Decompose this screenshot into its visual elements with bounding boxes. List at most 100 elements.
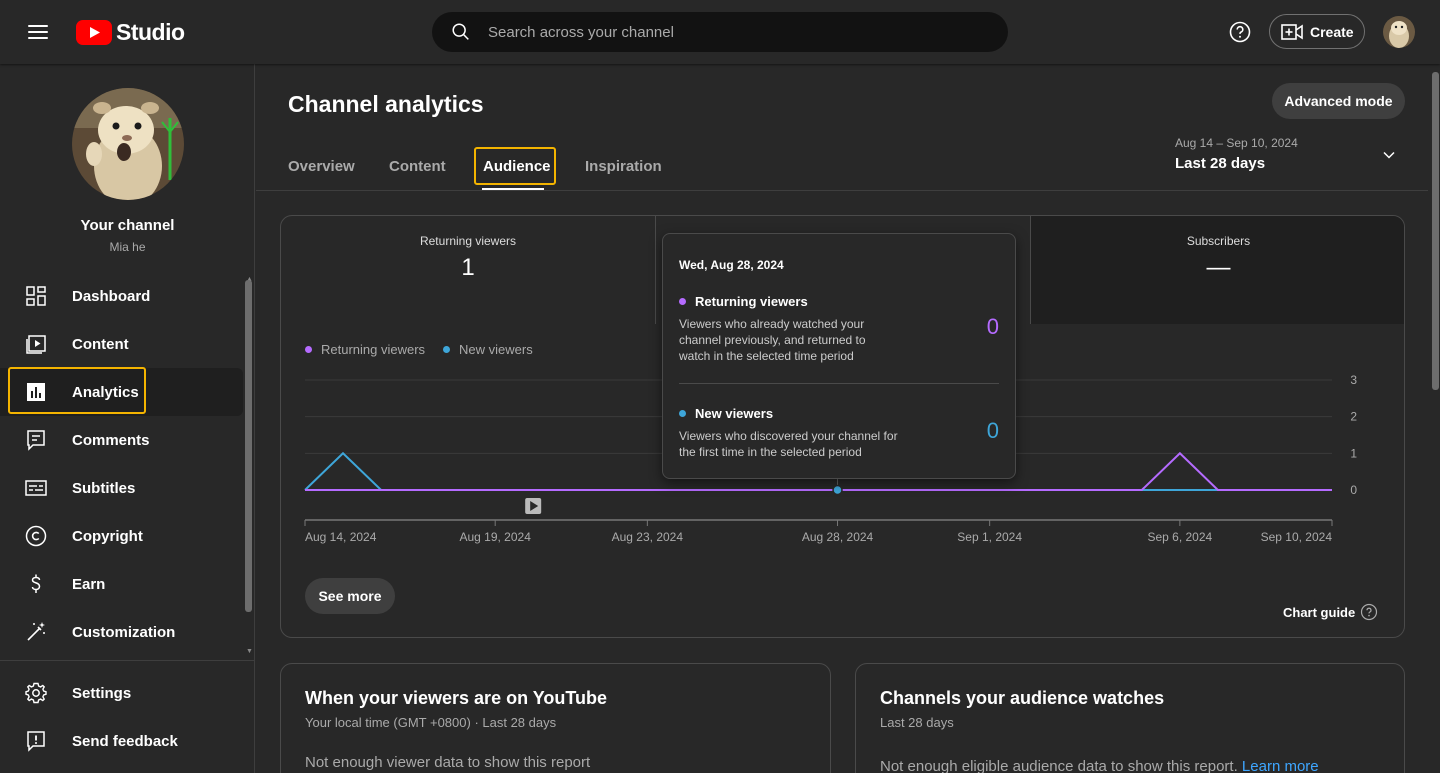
channel-title: Your channel: [80, 217, 175, 234]
legend-dot: [679, 298, 686, 305]
sidebar-item-label: Analytics: [72, 383, 139, 401]
sidebar-item-label: Comments: [72, 431, 150, 449]
learn-more-link[interactable]: Learn more: [1242, 758, 1319, 773]
divider: [679, 383, 999, 384]
advanced-mode-button[interactable]: Advanced mode: [1272, 83, 1405, 119]
tooltip-returning-value: 0: [986, 314, 999, 339]
channel-name: Mia he: [109, 240, 146, 254]
search-input[interactable]: [488, 23, 968, 41]
sidebar-nav: Dashboard Content Analytics Comments Sub…: [0, 272, 255, 656]
logo-text: Studio: [116, 19, 185, 45]
sidebar-item-earn[interactable]: Earn: [0, 560, 255, 608]
y-tick-label: 2: [1350, 410, 1357, 424]
chart-guide-link[interactable]: Chart guide: [1283, 603, 1378, 621]
y-tick-label: 1: [1350, 446, 1357, 460]
tab-overview[interactable]: Overview: [288, 158, 355, 175]
sidebar-item-label: Dashboard: [72, 287, 151, 305]
copyright-icon: [25, 525, 47, 547]
sidebar-item-label: Content: [72, 335, 129, 353]
sidebar-scrollbar[interactable]: [245, 280, 252, 612]
date-range-label: Last 28 days: [1175, 155, 1266, 172]
x-tick-label: Sep 1, 2024: [957, 530, 1022, 544]
sidebar-item-settings[interactable]: Settings: [0, 669, 255, 717]
sidebar-item-analytics[interactable]: Analytics: [0, 368, 243, 416]
chart-guide-label: Chart guide: [1283, 604, 1356, 620]
viewers-time-card: When your viewers are on YouTube Your lo…: [280, 663, 831, 773]
tab-audience[interactable]: Audience: [483, 158, 551, 175]
create-label: Create: [1310, 23, 1354, 40]
tooltip-new-label: New viewers: [679, 406, 773, 421]
channels-audience-card: Channels your audience watches Last 28 d…: [855, 663, 1405, 773]
audience-chart-card: Returning viewers 1 Subscribers — Return…: [280, 215, 1405, 638]
earn-icon: [31, 574, 41, 593]
top-bar: Studio Create: [0, 0, 1440, 64]
sidebar-item-content[interactable]: Content: [0, 320, 255, 368]
chevron-down-icon[interactable]: [1382, 148, 1396, 162]
legend-dot: [679, 410, 686, 417]
menu-icon[interactable]: [22, 20, 54, 44]
x-tick-label: Sep 6, 2024: [1147, 530, 1212, 544]
chart-tooltip: Wed, Aug 28, 2024 Returning viewers View…: [662, 233, 1016, 479]
divider: [256, 190, 1428, 191]
card-empty-message: Not enough eligible audience data to sho…: [880, 758, 1319, 773]
analytics-icon: [27, 383, 45, 401]
sidebar-scroll-down[interactable]: ▼: [246, 648, 253, 655]
account-avatar[interactable]: [1383, 16, 1415, 48]
dashboard-icon: [26, 286, 46, 306]
tab-inspiration[interactable]: Inspiration: [585, 158, 662, 175]
hover-point: [832, 484, 843, 496]
studio-logo[interactable]: Studio: [76, 18, 185, 46]
comments-icon: [27, 430, 45, 451]
create-video-icon: [1281, 23, 1303, 40]
x-tick-label: Aug 23, 2024: [612, 530, 684, 544]
date-range-picker[interactable]: Aug 14 – Sep 10, 2024 Last 28 days: [1175, 136, 1298, 172]
card-empty-text: Not enough eligible audience data to sho…: [880, 758, 1238, 773]
content-icon: [26, 335, 46, 354]
card-title: Channels your audience watches: [880, 688, 1165, 708]
card-empty-message: Not enough viewer data to show this repo…: [305, 754, 591, 771]
help-icon: [1361, 603, 1378, 621]
card-subtitle: Last 28 days: [880, 715, 954, 730]
y-tick-label: 3: [1350, 373, 1357, 387]
create-button[interactable]: Create: [1269, 14, 1365, 49]
sidebar-item-label: Subtitles: [72, 479, 136, 497]
search-bar[interactable]: [432, 12, 1008, 52]
main-content: Channel analytics Advanced mode Overview…: [256, 64, 1440, 773]
card-title: When your viewers are on YouTube: [305, 688, 608, 708]
gear-icon: [25, 682, 47, 704]
y-tick-label: 0: [1350, 483, 1357, 497]
tooltip-date: Wed, Aug 28, 2024: [679, 258, 784, 272]
sidebar-bottom-nav: Settings Send feedback: [0, 669, 255, 765]
customization-icon: [27, 622, 45, 641]
help-icon[interactable]: [1228, 20, 1252, 44]
see-more-button[interactable]: See more: [305, 578, 395, 614]
page-title: Channel analytics: [288, 91, 484, 117]
tooltip-new-desc: Viewers who discovered your channel for …: [679, 429, 898, 459]
sidebar-item-send-feedback[interactable]: Send feedback: [0, 717, 255, 765]
tooltip-new-value: 0: [986, 418, 999, 443]
sidebar-item-comments[interactable]: Comments: [0, 416, 255, 464]
sidebar-item-label: Earn: [72, 575, 106, 593]
tooltip-returning-label: Returning viewers: [679, 294, 808, 309]
date-range-dates: Aug 14 – Sep 10, 2024: [1175, 136, 1298, 150]
feedback-icon: [27, 731, 45, 752]
sidebar-item-dashboard[interactable]: Dashboard: [0, 272, 255, 320]
channel-avatar[interactable]: [72, 88, 184, 200]
main-scrollbar[interactable]: [1432, 72, 1439, 390]
sidebar-item-label: Send feedback: [72, 732, 178, 750]
tooltip-returning-desc: Viewers who already watched your channel…: [679, 317, 866, 363]
sidebar-item-subtitles[interactable]: Subtitles: [0, 464, 255, 512]
sidebar: Your channel Mia he Dashboard Content An…: [0, 64, 255, 773]
sidebar-item-label: Copyright: [72, 527, 143, 545]
card-subtitle: Your local time (GMT +0800) · Last 28 da…: [305, 715, 557, 730]
sidebar-item-copyright[interactable]: Copyright: [0, 512, 255, 560]
sidebar-item-customization[interactable]: Customization: [0, 608, 255, 656]
x-tick-label: Aug 14, 2024: [305, 530, 377, 544]
tooltip-series-name: New viewers: [695, 406, 774, 421]
search-icon: [452, 23, 469, 40]
x-tick-label: Aug 19, 2024: [459, 530, 531, 544]
subtitles-icon: [25, 480, 47, 496]
tab-content[interactable]: Content: [389, 158, 446, 175]
tooltip-series-name: Returning viewers: [695, 294, 808, 309]
youtube-logo-icon: [76, 19, 112, 45]
